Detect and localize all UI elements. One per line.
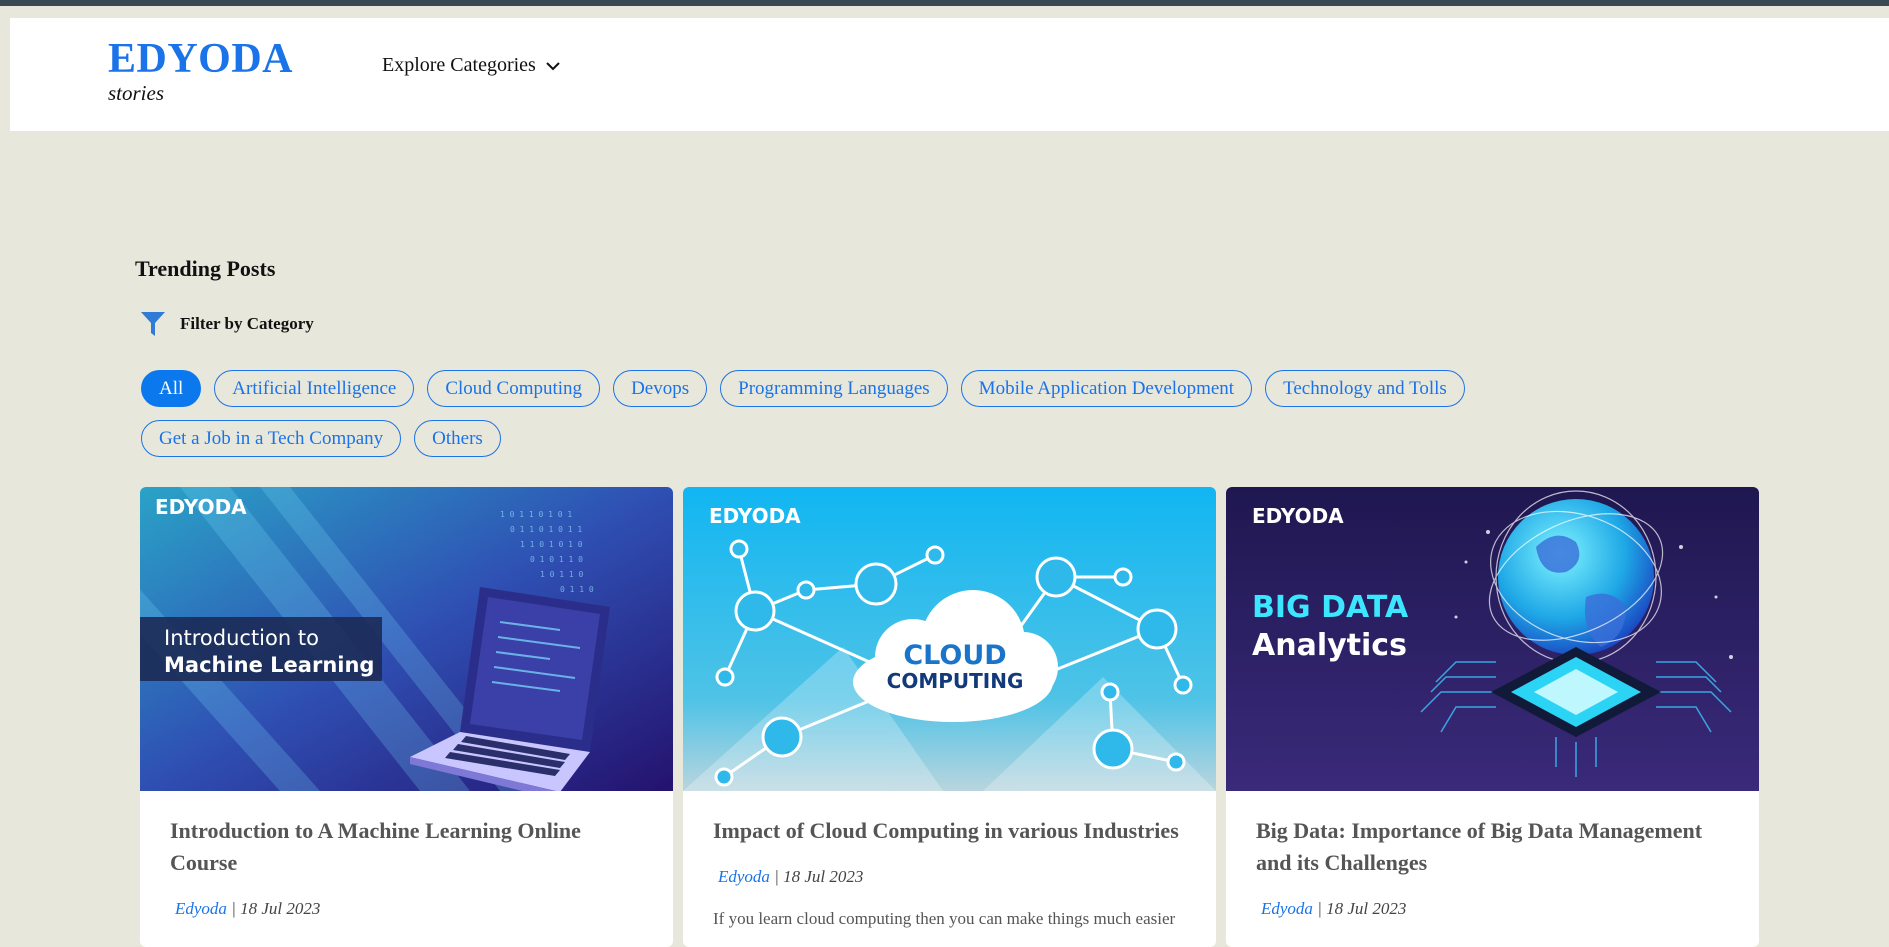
post-meta: Edyoda | 18 Jul 2023: [713, 867, 1186, 887]
big-data-illustration: EDYODA BIG DATA Analytics: [1226, 487, 1759, 791]
image-line1: Introduction to: [164, 626, 319, 650]
section-title: Trending Posts: [135, 256, 276, 281]
chip-technology-and-tolls[interactable]: Technology and Tolls: [1265, 370, 1465, 407]
chip-others[interactable]: Others: [414, 420, 501, 457]
image-brand: EDYODA: [155, 495, 247, 519]
chevron-down-icon: [546, 61, 560, 70]
meta-separator: |: [1317, 899, 1327, 918]
svg-text:1 0 1 1 0 1 0 1: 1 0 1 1 0 1 0 1: [500, 510, 572, 519]
meta-separator: |: [774, 867, 784, 886]
post-author[interactable]: Edyoda: [175, 899, 227, 918]
post-date: 18 Jul 2023: [1326, 899, 1407, 918]
svg-text:0 1 1 0 1 0 1 1: 0 1 1 0 1 0 1 1: [510, 525, 582, 534]
image-line2: Machine Learning: [164, 653, 374, 677]
post-author[interactable]: Edyoda: [718, 867, 770, 886]
post-author[interactable]: Edyoda: [1261, 899, 1313, 918]
post-excerpt: If you learn cloud computing then you ca…: [713, 909, 1176, 928]
post-card[interactable]: 1 0 1 1 0 1 0 1 0 1 1 0 1 0 1 1 1 1 0 1 …: [140, 487, 673, 947]
chip-cloud-computing[interactable]: Cloud Computing: [427, 370, 601, 407]
post-thumbnail[interactable]: 1 0 1 1 0 1 0 1 0 1 1 0 1 0 1 1 1 1 0 1 …: [140, 487, 673, 791]
image-line1: BIG DATA: [1252, 590, 1409, 625]
cloud-computing-illustration: CLOUD COMPUTING EDYODA: [683, 487, 1216, 791]
image-line2: Analytics: [1252, 628, 1407, 663]
post-thumbnail[interactable]: CLOUD COMPUTING EDYODA: [683, 487, 1216, 791]
meta-separator: |: [231, 899, 241, 918]
machine-learning-illustration: 1 0 1 1 0 1 0 1 0 1 1 0 1 0 1 1 1 1 0 1 …: [140, 487, 673, 791]
svg-text:1 0 1 1 0: 1 0 1 1 0: [540, 570, 584, 579]
image-brand: EDYODA: [1252, 504, 1344, 528]
svg-text:1 1 0 1 0 1 0: 1 1 0 1 0 1 0: [520, 540, 583, 549]
svg-text:0 1 0 1 1 0: 0 1 0 1 1 0: [530, 555, 583, 564]
post-card[interactable]: CLOUD COMPUTING EDYODA Impact of Cloud C…: [683, 487, 1216, 947]
image-line2: COMPUTING: [887, 669, 1024, 693]
chip-artificial-intelligence[interactable]: Artificial Intelligence: [214, 370, 415, 407]
post-meta: Edyoda | 18 Jul 2023: [1256, 899, 1729, 919]
filter-label: Filter by Category: [180, 314, 314, 333]
chip-programming-languages[interactable]: Programming Languages: [720, 370, 948, 407]
post-thumbnail[interactable]: EDYODA BIG DATA Analytics: [1226, 487, 1759, 791]
post-meta: Edyoda | 18 Jul 2023: [170, 899, 643, 919]
post-title[interactable]: Introduction to A Machine Learning Onlin…: [170, 815, 643, 879]
image-line1: CLOUD: [903, 640, 1006, 671]
brand-logo[interactable]: EDYODA stories: [108, 38, 293, 106]
filter-funnel-icon: [141, 312, 165, 336]
filter-by-category: Filter by Category: [140, 310, 314, 338]
image-brand: EDYODA: [709, 504, 801, 528]
svg-text:0 1 1 0: 0 1 1 0: [560, 585, 594, 594]
category-chips: All Artificial Intelligence Cloud Comput…: [141, 370, 1541, 457]
chip-get-a-job[interactable]: Get a Job in a Tech Company: [141, 420, 402, 457]
chip-devops[interactable]: Devops: [613, 370, 708, 407]
chip-mobile-application-development[interactable]: Mobile Application Development: [960, 370, 1253, 407]
brand-name: EDYODA: [108, 36, 294, 82]
post-card[interactable]: EDYODA BIG DATA Analytics Big Data: Impo…: [1226, 487, 1759, 947]
post-title[interactable]: Big Data: Importance of Big Data Managem…: [1256, 815, 1729, 879]
post-date: 18 Jul 2023: [240, 899, 321, 918]
brand-subtitle: stories: [108, 81, 165, 105]
explore-categories-label: Explore Categories: [382, 54, 536, 76]
browser-top-strip: [0, 0, 1889, 6]
explore-categories-menu[interactable]: Explore Categories: [382, 54, 562, 77]
post-title[interactable]: Impact of Cloud Computing in various Ind…: [713, 815, 1186, 847]
post-date: 18 Jul 2023: [783, 867, 864, 886]
chip-all[interactable]: All: [141, 370, 202, 407]
site-header: EDYODA stories Explore Categories: [10, 18, 1889, 131]
